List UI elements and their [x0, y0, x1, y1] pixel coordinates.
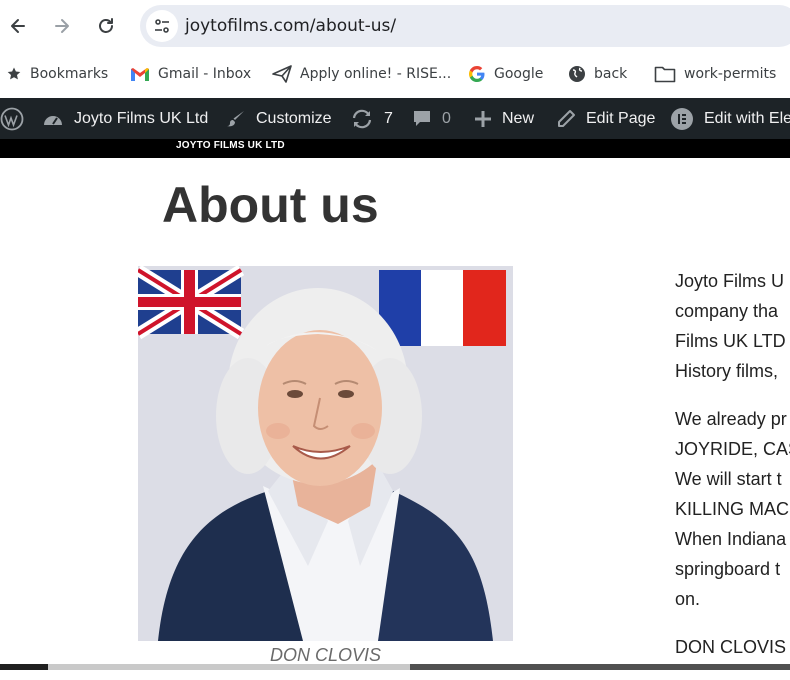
paragraph-don-clovis: DON CLOVIS: [675, 632, 790, 662]
plus-icon: [474, 110, 492, 128]
admin-edit-page[interactable]: Edit Page: [556, 98, 655, 139]
text-line: Films UK LTD: [675, 331, 786, 351]
text-line: We will start t: [675, 469, 782, 489]
bookmark-gmail[interactable]: Gmail - Inbox: [130, 63, 251, 85]
text-line: History films,: [675, 361, 778, 381]
text-line: on.: [675, 589, 701, 609]
bookmark-google[interactable]: Google: [468, 63, 543, 85]
paragraph-productions: We already pr JOYRIDE, CAS We will start…: [675, 404, 790, 614]
text-line: JOYRIDE, CAS: [675, 439, 790, 459]
address-bar[interactable]: joytofilms.com/about-us/: [140, 5, 790, 47]
text-line: We already pr: [675, 409, 787, 429]
updates-refresh-icon: [350, 109, 374, 129]
admin-customize[interactable]: Customize: [226, 98, 332, 139]
browser-toolbar: joytofilms.com/about-us/: [0, 0, 790, 52]
scrollbar-segment: [0, 664, 48, 670]
image-caption: DON CLOVIS: [269, 645, 382, 665]
paragraph-intro: Joyto Films U company tha Films UK LTD H…: [675, 266, 790, 386]
text-line: springboard t: [675, 559, 781, 579]
site-logo-text[interactable]: JOYTO FILMS UK LTD: [176, 140, 285, 151]
bookmark-label: Google: [494, 66, 544, 82]
bookmark-label: back: [594, 66, 628, 82]
pencil-icon: [556, 109, 576, 129]
wordpress-logo-icon[interactable]: [0, 98, 24, 139]
customize-label: Customize: [256, 109, 332, 127]
text-line: company tha: [675, 301, 779, 321]
bookmark-label: work-permits: [684, 66, 777, 82]
uk-flag-icon: [138, 266, 245, 340]
bookmark-work-permits[interactable]: work-permits: [654, 63, 776, 85]
elementor-icon: [670, 107, 694, 131]
french-flag-icon: [379, 270, 506, 346]
horizontal-scrollbar[interactable]: [0, 664, 790, 670]
text-line: Joyto Films U: [675, 271, 785, 291]
reload-icon[interactable]: [90, 10, 122, 42]
site-info-icon[interactable]: [146, 10, 178, 42]
url-text[interactable]: joytofilms.com/about-us/: [185, 16, 396, 36]
forward-arrow-icon[interactable]: [46, 10, 78, 42]
dashboard-gauge-icon: [42, 109, 64, 129]
comments-count: 0: [442, 109, 451, 127]
site-name-label: Joyto Films UK Ltd: [74, 109, 209, 127]
paintbrush-icon: [226, 109, 246, 129]
updates-count: 7: [384, 109, 393, 127]
edit-with-label: Edit with Ele: [704, 109, 790, 127]
bookmark-label: Gmail - Inbox: [158, 66, 252, 82]
admin-edit-with-elementor[interactable]: Edit with Ele: [670, 98, 790, 139]
gmail-icon: [131, 68, 149, 81]
wp-admin-bar: Joyto Films UK Ltd Customize 7 0 New Edi…: [0, 98, 790, 139]
page-title: About us: [162, 177, 379, 233]
back-arrow-icon[interactable]: [2, 10, 34, 42]
google-icon: [469, 66, 485, 82]
folder-icon: [654, 66, 676, 83]
bookmarks-bar: Bookmarks Gmail - Inbox Apply online! - …: [0, 52, 790, 98]
bookmark-apply-online[interactable]: Apply online! - RISE...: [272, 63, 451, 85]
comment-bubble-icon: [412, 109, 432, 129]
bookmark-bookmarks[interactable]: Bookmarks: [6, 63, 108, 85]
text-line: When Indiana: [675, 529, 787, 549]
about-body-text: Joyto Films U company tha Films UK LTD H…: [675, 266, 790, 680]
admin-site-name[interactable]: Joyto Films UK Ltd: [42, 98, 208, 139]
scrollbar-thumb[interactable]: [410, 664, 790, 670]
site-header: [0, 139, 790, 158]
globe-icon: [569, 66, 585, 82]
text-line: KILLING MAC: [675, 499, 790, 519]
admin-new[interactable]: New: [474, 98, 534, 139]
bookmark-label: Bookmarks: [30, 66, 109, 82]
portrait-image: [138, 266, 513, 641]
new-label: New: [502, 109, 535, 127]
send-icon: [272, 65, 292, 83]
edit-page-label: Edit Page: [586, 109, 656, 127]
star-icon: [7, 67, 21, 80]
text-line: DON CLOVIS: [675, 637, 787, 657]
admin-updates[interactable]: 7: [350, 98, 393, 139]
admin-comments[interactable]: 0: [412, 98, 451, 139]
bookmark-label: Apply online! - RISE...: [300, 66, 452, 82]
bookmark-back[interactable]: back: [568, 63, 627, 85]
